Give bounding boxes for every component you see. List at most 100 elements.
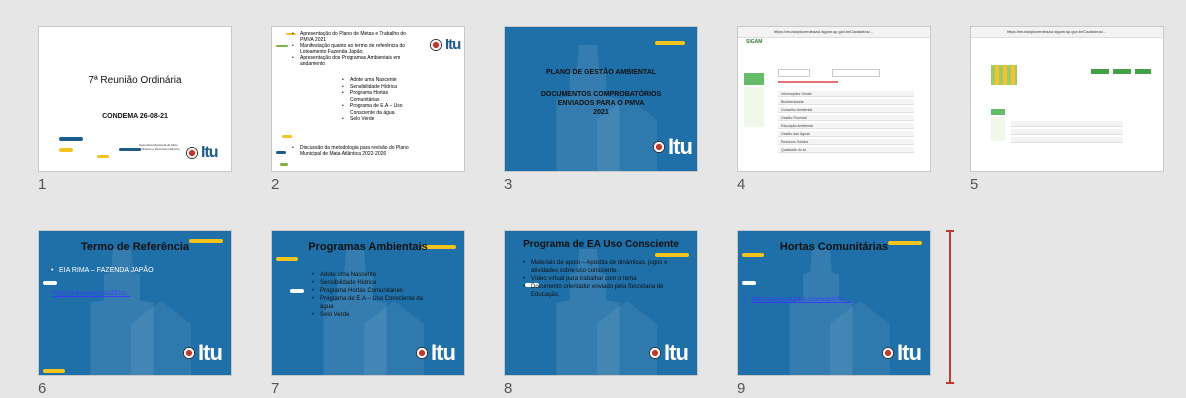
bullet-item: Programa de E.A – Uso Consciente da água: [312, 295, 432, 311]
slide-number: 5: [970, 176, 979, 193]
decor-stripe: [59, 148, 73, 152]
seal-icon: [649, 347, 661, 359]
bullet-marker: •: [744, 297, 747, 303]
itu-logo: Itu: [186, 143, 219, 163]
slide-title: Termo de Referência: [80, 241, 189, 253]
slide-title-line: DOCUMENTOS COMPROBATÓRIOS: [540, 91, 662, 98]
decor-stripe: [59, 137, 83, 141]
browser-bar: https://municipioverdeazul.sigam.sp.gov.…: [738, 27, 930, 38]
decor-stripe: [276, 257, 298, 261]
slide-number: 8: [504, 380, 513, 397]
slide-title-line: 2021: [593, 109, 609, 116]
sub-bullet-list: Adote uma Nascente Sensibilidade Hídrica…: [342, 77, 412, 123]
decor-stripe: [742, 281, 756, 285]
table-row: Gestão Florestal: [778, 115, 914, 121]
decor-stripe: [280, 163, 288, 166]
browser-bar: https://municipioverdeazul.sigam.sp.gov.…: [971, 27, 1163, 38]
bullet-item: Documento orientador enviado pela Secret…: [523, 283, 691, 299]
table-row: Biodiversidade: [778, 99, 914, 105]
slide-title-line: PLANO DE GESTÃO AMBIENTAL: [545, 69, 657, 76]
table-row: Qualidade do Ar: [778, 147, 914, 153]
slide-title: Hortas Comunitárias: [779, 241, 889, 253]
seal-icon: [183, 347, 195, 359]
decor-stripe: [276, 151, 286, 154]
sidebar: [991, 117, 1005, 141]
itu-logo: Itu: [183, 342, 223, 364]
logo-text: Itu: [445, 36, 461, 53]
slide-thumbnail-8[interactable]: Programa de EA Uso Consciente Materiais …: [504, 230, 698, 376]
itu-logo: Itu: [430, 35, 461, 55]
table-row: [1011, 137, 1123, 143]
slide-title: Programa de EA Uso Consciente: [523, 239, 679, 250]
logo-text: Itu: [201, 144, 219, 161]
decor-stripe: [655, 41, 685, 45]
decor-stripe: [119, 148, 141, 151]
decor-stripe: [290, 289, 304, 293]
bullet-item: Discussão da metodologia para revisão do…: [292, 145, 422, 157]
bullet-list: EIA RIMA – FAZENDA JAPÃO: [51, 267, 221, 275]
slide-thumbnail-2[interactable]: Apresentação do Plano de Metas e Trabalh…: [271, 26, 465, 172]
nav-button: [1113, 69, 1131, 74]
decor-stripe: [43, 281, 57, 285]
bullet-list: Materiais de apoio – Apostila de dinâmic…: [523, 259, 691, 299]
slide-number: 1: [38, 176, 47, 193]
slide-title: Programas Ambientais: [308, 241, 428, 253]
select-field: [832, 69, 880, 77]
bullet-item: Programa Hortas Comunitárias: [342, 90, 412, 103]
select-field: [778, 69, 810, 77]
bullet-item: Manifestação quanto ao termo de referênc…: [292, 43, 420, 55]
slide-subtitle: CONDEMA 26-08-21: [102, 113, 168, 120]
logo-text: Itu: [897, 340, 922, 365]
slide-thumbnail-9[interactable]: Hortas Comunitárias • https://www.youtub…: [737, 230, 931, 376]
onedrive-link[interactable]: https://1drv.ms/f/s!AmZKXz...: [53, 291, 130, 297]
decor-stripe: [276, 45, 288, 47]
itu-logo: Itu: [416, 342, 456, 364]
bullet-item: Apresentação do Plano de Metas e Trabalh…: [292, 31, 420, 43]
slide-thumbnail-1[interactable]: 7ª Reunião Ordinária CONDEMA 26-08-21 Se…: [38, 26, 232, 172]
logo-text: Itu: [664, 340, 689, 365]
table-row: Informações Gerais: [778, 91, 914, 97]
secretaria-label: Secretaria Municipal de Meio Ambiente e …: [139, 143, 180, 151]
slide-thumbnail-4[interactable]: https://municipioverdeazul.sigam.sp.gov.…: [737, 26, 931, 172]
slide-number: 4: [737, 176, 746, 193]
youtube-link[interactable]: https://www.youtube.com/watch?v=...: [752, 297, 851, 303]
bullet-item: Programa Hortas Comunitárias: [312, 287, 432, 295]
sidebar-active: [744, 73, 764, 85]
itu-logo: Itu: [649, 340, 689, 365]
seal-icon: [653, 141, 665, 153]
seal-icon: [882, 347, 894, 359]
slide-thumbnail-3[interactable]: PLANO DE GESTÃO AMBIENTAL DOCUMENTOS COM…: [504, 26, 698, 172]
bullet-item: Apresentação dos Programas Ambientais em…: [292, 55, 420, 67]
url-text: https://municipioverdeazul.sigam.sp.gov.…: [1007, 29, 1107, 34]
seal-icon: [416, 347, 428, 359]
slide-thumbnail-6[interactable]: Termo de Referência EIA RIMA – FAZENDA J…: [38, 230, 232, 376]
table-row: Educação Ambiental: [778, 123, 914, 129]
seal-icon: [186, 147, 198, 159]
slide-number: 3: [504, 176, 513, 193]
nav-button: [1135, 69, 1151, 74]
slide-thumbnail-5[interactable]: https://municipioverdeazul.sigam.sp.gov.…: [970, 26, 1164, 172]
bullet-item: EIA RIMA – FAZENDA JAPÃO: [51, 267, 221, 275]
table-row: [1011, 129, 1123, 135]
bullet-item: Programa de E.A – Uso Consciente da água: [342, 103, 412, 116]
nav-button: [1091, 69, 1109, 74]
bullet-item: Adote uma Nascente: [312, 271, 432, 279]
logo-text: Itu: [668, 134, 693, 159]
itu-logo: Itu: [882, 340, 922, 365]
insertion-marker: [946, 230, 954, 384]
bullet-item: Vídeo virtual para trabalhar com o tema: [523, 275, 691, 283]
slide-number: 2: [271, 176, 280, 193]
bullet-item: Selo Verde: [342, 116, 412, 123]
slide-title-line: ENVIADOS PARA O PMVA: [557, 100, 645, 107]
sigam-brand: SIGAM: [746, 39, 763, 45]
warning-text: [778, 81, 838, 83]
itu-logo: Itu: [653, 134, 693, 159]
decor-stripe: [43, 369, 65, 373]
slide-number: 6: [38, 380, 47, 397]
decor-stripe: [655, 253, 689, 257]
table-row: Resíduos Sólidos: [778, 139, 914, 145]
decor-stripe: [742, 253, 764, 257]
slide-number: 7: [271, 380, 280, 397]
bullet-item: Sensibilidade Hídrica: [312, 279, 432, 287]
slide-thumbnail-7[interactable]: Programas Ambientais Adote uma Nascente …: [271, 230, 465, 376]
